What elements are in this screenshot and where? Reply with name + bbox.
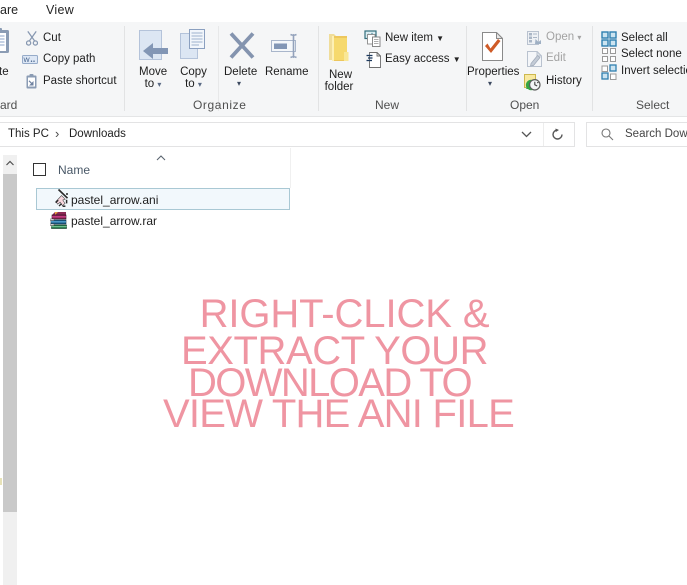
svg-text:W: W — [24, 57, 31, 64]
